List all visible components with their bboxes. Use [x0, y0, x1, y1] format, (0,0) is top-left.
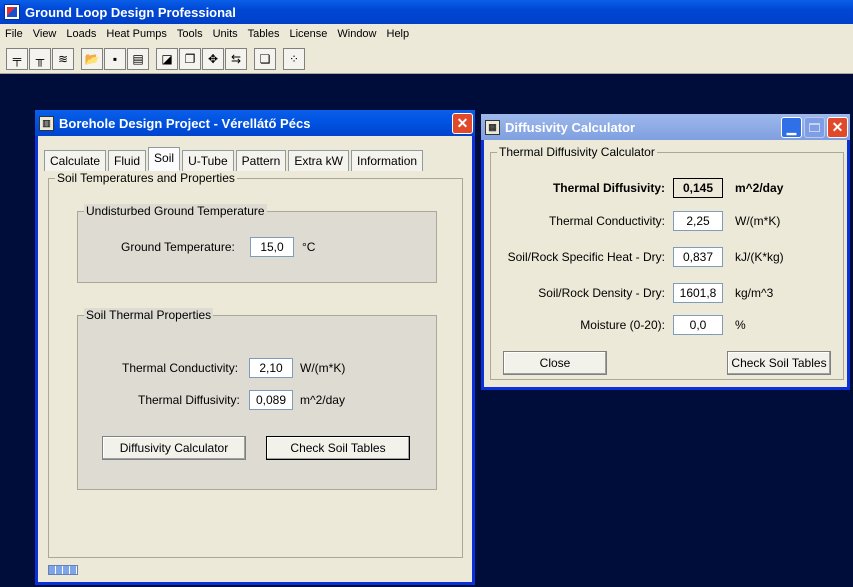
soil-thermal-group: Soil Thermal Properties Thermal Conducti… — [77, 308, 437, 490]
soil-section-title: Soil Temperatures and Properties — [55, 171, 237, 185]
close-icon[interactable]: ✕ — [452, 112, 473, 134]
close-icon[interactable]: ✕ — [827, 116, 848, 138]
specific-heat-field[interactable]: 0,837 — [673, 247, 723, 267]
progress-indicator — [48, 565, 78, 575]
calculator-icon: ▦ — [485, 119, 500, 135]
menu-view[interactable]: View — [28, 28, 62, 40]
menu-heat-pumps[interactable]: Heat Pumps — [101, 28, 172, 40]
thermal-group-title: Soil Thermal Properties — [84, 308, 214, 322]
chart-icon[interactable]: ⁘ — [283, 47, 305, 70]
open-icon[interactable]: 📂 — [81, 47, 103, 70]
app-logo-icon — [4, 4, 20, 20]
check-soil-tables-button[interactable]: Check Soil Tables — [266, 436, 410, 460]
menu-loads[interactable]: Loads — [61, 28, 101, 40]
borehole-design-window: ▥ Borehole Design Project - Vérellátő Pé… — [35, 110, 475, 585]
tab-extra-kw[interactable]: Extra kW — [288, 150, 350, 171]
ground-temp-unit: °C — [302, 240, 316, 254]
diffusivity-group-title: Thermal Diffusivity Calculator — [497, 145, 657, 159]
tab-bar: Calculate Fluid Soil U-Tube Pattern Extr… — [44, 147, 425, 171]
tab-calculate[interactable]: Calculate — [44, 150, 107, 171]
diffusivity-window-title: Diffusivity Calculator — [505, 119, 636, 135]
duplicate-icon[interactable]: ❏ — [254, 47, 276, 70]
borehole-title-bar: ▥ Borehole Design Project - Vérellátő Pé… — [35, 110, 475, 136]
menu-license[interactable]: License — [284, 28, 332, 40]
borehole-window-title: Borehole Design Project - Vérellátő Pécs — [59, 115, 311, 131]
maximize-icon[interactable] — [804, 116, 825, 138]
density-label: Soil/Rock Density - Dry: — [538, 286, 665, 300]
calc-check-soil-tables-button[interactable]: Check Soil Tables — [727, 351, 831, 375]
moisture-unit: % — [735, 318, 746, 332]
ground-temp-label: Ground Temperature: — [121, 240, 235, 254]
density-field[interactable]: 1601,8 — [673, 283, 723, 303]
window-icon: ▥ — [39, 115, 54, 131]
diffusivity-field[interactable]: 0,089 — [249, 390, 293, 410]
menu-help[interactable]: Help — [382, 28, 415, 40]
ghx-icon[interactable]: ╤ — [6, 47, 28, 70]
diffusivity-calculator-button[interactable]: Diffusivity Calculator — [102, 436, 246, 460]
ground-group-title: Undisturbed Ground Temperature — [84, 204, 267, 218]
swap-icon[interactable]: ⇆ — [225, 47, 247, 70]
tab-soil[interactable]: Soil — [148, 147, 181, 171]
print-icon[interactable]: ▤ — [127, 47, 149, 70]
conductivity-label: Thermal Conductivity: — [122, 361, 239, 375]
copy-icon[interactable]: ❐ — [179, 47, 201, 70]
diffusivity-label: Thermal Diffusivity: — [138, 393, 240, 407]
tab-information[interactable]: Information — [351, 150, 424, 171]
menu-tables[interactable]: Tables — [243, 28, 285, 40]
moisture-label: Moisture (0-20): — [580, 318, 665, 332]
menu-window[interactable]: Window — [332, 28, 381, 40]
specific-heat-label: Soil/Rock Specific Heat - Dry: — [507, 250, 665, 264]
menu-tools[interactable]: Tools — [172, 28, 208, 40]
moisture-field[interactable]: 0,0 — [673, 315, 723, 335]
app-title-bar: Ground Loop Design Professional — [0, 0, 853, 24]
density-unit: kg/m^3 — [735, 286, 774, 300]
tab-u-tube[interactable]: U-Tube — [182, 150, 234, 171]
menu-units[interactable]: Units — [208, 28, 243, 40]
toolbar: ╤ ╥ ≋ 📂 ▪ ▤ ◪ ❐ ✥ ⇆ ❏ ⁘ — [0, 44, 853, 74]
pond-icon[interactable]: ≋ — [52, 47, 74, 70]
diffusivity-unit: m^2/day — [300, 393, 345, 407]
result-value: 0,145 — [673, 178, 723, 198]
result-unit: m^2/day — [735, 181, 784, 195]
tab-pattern[interactable]: Pattern — [235, 150, 287, 171]
borehole-icon[interactable]: ╥ — [29, 47, 51, 70]
specific-heat-unit: kJ/(K*kg) — [735, 250, 784, 264]
grid-icon[interactable]: ✥ — [202, 47, 224, 70]
ground-temperature-group: Undisturbed Ground Temperature Ground Te… — [77, 204, 437, 283]
close-button[interactable]: Close — [503, 351, 607, 375]
menu-file[interactable]: File — [0, 28, 28, 40]
tab-fluid[interactable]: Fluid — [108, 150, 147, 171]
diffusivity-title-bar: ▦ Diffusivity Calculator ▁ ✕ — [481, 114, 850, 140]
diffusivity-calculator-window: ▦ Diffusivity Calculator ▁ ✕ Thermal Dif… — [481, 114, 850, 390]
diffusivity-group: Thermal Diffusivity Calculator Thermal D… — [490, 145, 844, 380]
calc-conductivity-unit: W/(m*K) — [735, 214, 781, 228]
minimize-icon[interactable]: ▁ — [781, 116, 802, 138]
soil-panel: Soil Temperatures and Properties Undistu… — [48, 171, 463, 558]
result-label: Thermal Diffusivity: — [552, 181, 665, 195]
edit-icon[interactable]: ◪ — [156, 47, 178, 70]
calc-conductivity-label: Thermal Conductivity: — [548, 214, 665, 228]
conductivity-unit: W/(m*K) — [300, 361, 346, 375]
conductivity-field[interactable]: 2,10 — [249, 358, 293, 378]
calc-conductivity-field[interactable]: 2,25 — [673, 211, 723, 231]
app-title: Ground Loop Design Professional — [25, 4, 236, 20]
menu-bar: File View Loads Heat Pumps Tools Units T… — [0, 24, 853, 44]
ground-temp-field[interactable]: 15,0 — [250, 237, 294, 257]
save-icon[interactable]: ▪ — [104, 47, 126, 70]
